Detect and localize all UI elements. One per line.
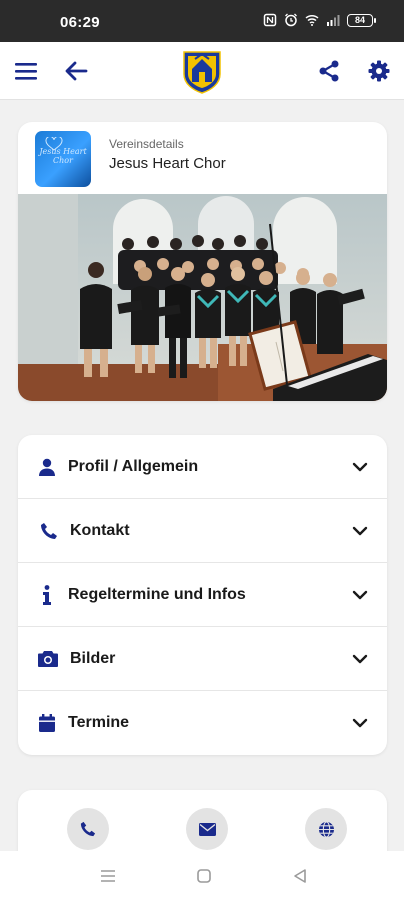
coat-of-arms-logo [183,51,221,94]
signal-icon [327,15,340,26]
menu-item-bilder[interactable]: Bilder [18,627,387,691]
home-icon[interactable] [195,867,213,885]
settings-icon [368,60,390,82]
menu-item-profil[interactable]: Profil / Allgemein [18,435,387,499]
menu-item-label: Bilder [70,649,116,667]
email-button[interactable] [186,808,228,850]
status-icons: 84 [263,13,376,27]
share-icon [319,60,339,82]
system-nav-bar [0,851,404,900]
club-name: Jesus Heart Chor [109,155,226,172]
club-section-label: Vereinsdetails [109,137,184,151]
share-button[interactable] [314,56,344,86]
menu-item-kontakt[interactable]: Kontakt [18,499,387,563]
battery-icon: 84 [347,13,376,27]
chevron-down-icon [352,462,368,471]
menu-icon [15,63,37,80]
recent-apps-icon[interactable] [99,867,117,885]
mail-icon [198,822,216,836]
chevron-down-icon [352,526,368,535]
settings-button[interactable] [364,56,394,86]
menu-item-termine[interactable]: Termine [18,691,387,755]
club-thumbnail: Jesus Heart Chor [35,131,91,187]
menu-item-regeltermine[interactable]: Regeltermine und Infos [18,563,387,627]
status-time: 06:29 [60,14,100,31]
back-icon[interactable] [291,867,309,885]
nfc-icon [263,13,277,27]
details-menu: Profil / Allgemein Kontakt Regeltermine … [18,435,387,755]
menu-item-label: Termine [68,714,130,731]
battery-level: 84 [347,13,373,27]
chevron-down-icon [352,654,368,663]
phone-icon [39,521,59,541]
choir-photo[interactable] [18,194,387,401]
back-button[interactable] [61,56,91,86]
calendar-icon [37,713,57,733]
app-bar [0,42,404,100]
menu-item-label: Regeltermine und Infos [68,585,246,603]
phone-icon [80,821,96,837]
camera-icon [38,649,58,669]
chevron-down-icon [352,590,368,599]
thumbnail-text: Jesus Heart Chor [39,147,87,165]
back-arrow-icon [65,61,88,81]
menu-item-label: Kontakt [70,521,130,539]
website-button[interactable] [305,808,347,850]
alarm-icon [285,13,297,27]
info-icon [37,584,57,605]
menu-item-label: Profil / Allgemein [68,457,199,475]
chevron-down-icon [352,718,368,728]
menu-button[interactable] [11,56,41,86]
user-icon [37,457,57,477]
club-details-card: Jesus Heart Chor Vereinsdetails Jesus He… [18,122,387,401]
call-button[interactable] [67,808,109,850]
globe-icon [318,820,334,838]
wifi-icon [305,14,319,26]
status-bar: 06:29 84 [0,0,404,42]
